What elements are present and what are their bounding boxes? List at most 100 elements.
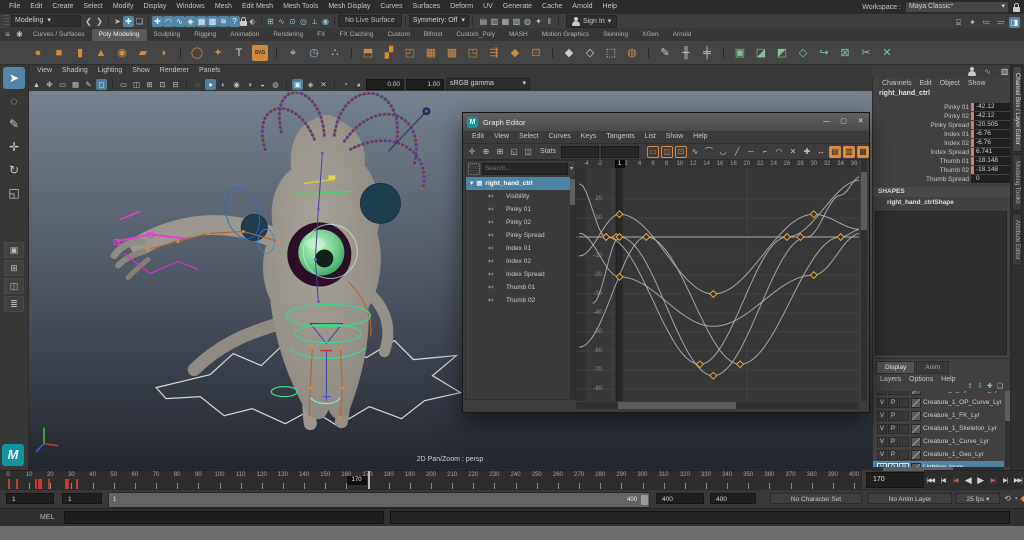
spin-edge-icon[interactable]: ↪ <box>816 45 832 61</box>
anim-curve-icon[interactable]: ∿ <box>982 66 993 77</box>
shelf-tab-menu-icon[interactable]: ≡ <box>2 29 13 40</box>
retime-icon[interactable]: ◫ <box>522 146 534 158</box>
plateau-tangent-icon[interactable]: ◠ <box>773 146 785 158</box>
lasso-tool[interactable]: ◌ <box>3 90 25 112</box>
bridge-icon[interactable]: ◳ <box>465 45 481 61</box>
menu-uv[interactable]: UV <box>478 0 498 14</box>
graph-editor-titlebar[interactable]: M Graph Editor — ▢ ✕ <box>463 113 869 131</box>
move-nearest-picked-key-icon[interactable]: ✛ <box>466 146 478 158</box>
world-icon[interactable]: ◍ <box>522 16 533 27</box>
render-view-icon[interactable]: ▤ <box>478 16 489 27</box>
center-current-time-icon[interactable]: ◫ <box>661 145 673 158</box>
select-status-icon[interactable]: ➤ <box>112 16 123 27</box>
attribute-editor-toggle-icon[interactable]: ≔ <box>981 17 992 28</box>
resolution-gate-icon[interactable]: ▭ <box>118 79 129 90</box>
isolate-select-icon[interactable]: ▣ <box>292 78 303 90</box>
poly-cone-icon[interactable]: ▲ <box>93 45 109 61</box>
outliner-node-row[interactable]: ▾ ▦ right_hand_ctrl <box>466 177 575 190</box>
poly-text-icon[interactable]: T <box>231 45 247 61</box>
channel-value-field[interactable]: -42.12 <box>971 103 1012 111</box>
poly-plane-icon[interactable]: ▰ <box>135 45 151 61</box>
channel-row-index-02[interactable]: Index 02 -6.76 <box>873 139 1012 148</box>
command-input[interactable] <box>64 511 384 524</box>
search-input[interactable] <box>482 162 568 175</box>
free-tangent-weight-icon[interactable]: ↔ <box>815 146 827 158</box>
step-tangent-icon[interactable]: ⌐ <box>759 146 771 158</box>
layer-color-swatch[interactable] <box>911 391 921 395</box>
channel-box-toggle-icon[interactable]: ≕ <box>995 17 1006 28</box>
animation-end-field[interactable]: 400 <box>710 493 756 504</box>
layer-row-creature-1-geo-lyr[interactable]: V P Creature_1_Geo_Lyr <box>873 448 1004 461</box>
shelf-tab-mash[interactable]: MASH <box>502 29 535 41</box>
ao-icon[interactable]: ◒ <box>257 79 268 90</box>
menu-file[interactable]: File <box>4 0 25 14</box>
frame-all-icon[interactable]: ⊡ <box>675 145 687 158</box>
four-pane-layout-button[interactable]: ⊞ <box>4 260 24 276</box>
channel-row-thumb-spread[interactable]: Thumb Spread 0 <box>873 175 1012 184</box>
channel-value-field[interactable]: 6.741 <box>971 148 1012 156</box>
move-layer-up-icon[interactable]: ⇧ <box>967 382 973 390</box>
layer-display-mode-toggle[interactable] <box>899 424 909 434</box>
outliner-channel-index-spread[interactable]: ↤ Index Spread <box>466 268 575 281</box>
stats-value-field[interactable] <box>600 145 639 158</box>
live-surface-field[interactable]: No Live Surface <box>338 15 402 27</box>
swap-buffer-curve-icon[interactable]: ▥ <box>843 145 855 158</box>
auto-keyframe-icon[interactable]: ◆ <box>1018 493 1024 504</box>
layer-display-mode-toggle[interactable] <box>899 391 909 395</box>
film-gate-icon[interactable]: ◻ <box>96 78 107 90</box>
channel-row-pinky-01[interactable]: Pinky 01 -42.12 <box>873 103 1012 112</box>
frame-playback-range-icon[interactable]: ▭ <box>647 145 659 158</box>
layer-menu-options[interactable]: Options <box>906 376 936 383</box>
layer-display-mode-toggle[interactable] <box>899 411 909 421</box>
shelf-gear-icon[interactable]: ✱ <box>14 29 25 40</box>
shelf-tab-skinning[interactable]: Skinning <box>596 29 635 41</box>
select-hierarchy-icon[interactable]: ✚ <box>152 15 163 27</box>
select-curve-icon[interactable]: ∿ <box>174 15 185 27</box>
snap-point-icon[interactable]: ⊙ <box>287 16 298 27</box>
select-deform-icon[interactable]: ≋ <box>218 15 229 27</box>
extrude-icon[interactable]: ▦ <box>423 45 439 61</box>
menu-curves[interactable]: Curves <box>375 0 407 14</box>
layer-visibility-toggle[interactable]: V <box>877 411 887 421</box>
filter-icon[interactable] <box>468 162 480 175</box>
layer-visibility-toggle[interactable]: V <box>877 450 887 460</box>
two-pane-layout-button[interactable]: ◫ <box>4 278 24 294</box>
minimize-button[interactable]: — <box>818 113 835 131</box>
empty-layer-icon[interactable]: ✚ <box>987 382 993 390</box>
workspace-dropdown[interactable]: Maya Classic* ▾ <box>905 1 1009 13</box>
channel-row-thumb-02[interactable]: Thumb 02 -18.148 <box>873 166 1012 175</box>
new-layer-icon[interactable]: ❏ <box>997 382 1003 390</box>
split-face-icon[interactable]: ◩ <box>774 45 790 61</box>
timeline-playhead[interactable] <box>367 471 370 490</box>
outliner-channel-visibility[interactable]: ↤ Visibility <box>466 190 575 203</box>
menu-surfaces[interactable]: Surfaces <box>408 0 446 14</box>
character-controls-icon[interactable] <box>968 66 976 76</box>
viewport-menu-view[interactable]: View <box>32 64 57 78</box>
menu-windows[interactable]: Windows <box>171 0 209 14</box>
layer-tab-display[interactable]: Display <box>876 361 916 374</box>
shelf-tab-rendering[interactable]: Rendering <box>266 29 310 41</box>
channel-value-field[interactable]: -6.76 <box>971 139 1012 147</box>
graph-vscrollbar[interactable] <box>861 160 867 401</box>
gate-mask-icon[interactable]: ◫ <box>131 79 142 90</box>
duplicate-face-icon[interactable]: ⇶ <box>486 45 502 61</box>
channel-row-pinky-02[interactable]: Pinky 02 -42.12 <box>873 112 1012 121</box>
playback-end-field[interactable]: 400 <box>656 493 704 504</box>
maximize-button[interactable]: ▢ <box>835 113 852 131</box>
graph-editor-menu-select[interactable]: Select <box>514 130 543 144</box>
channel-box-menu-show[interactable]: Show <box>965 80 989 87</box>
layer-display-mode-toggle[interactable] <box>899 398 909 408</box>
view-transform-dropdown[interactable]: sRGB gamma ▾ <box>446 78 530 90</box>
shelf-tab-curves-surfaces[interactable]: Curves / Surfaces <box>26 29 92 41</box>
menu-edit[interactable]: Edit <box>25 0 47 14</box>
append-face-icon[interactable]: ▣ <box>732 45 748 61</box>
infinity-cycle-icon[interactable]: ▦ <box>857 145 869 158</box>
step-back-key-button[interactable]: |◀ <box>949 477 962 484</box>
poly-cube-icon[interactable]: ■ <box>51 45 67 61</box>
poly-disc-icon[interactable]: ◗ <box>156 45 172 61</box>
snap-curve-icon[interactable]: ∿ <box>276 16 287 27</box>
layer-row-creature-1-curve-lyr[interactable]: V P Creature_1_Curve_Lyr <box>873 435 1004 448</box>
shelf-tab-bifrost[interactable]: Bifrost <box>417 29 449 41</box>
menu-create[interactable]: Create <box>47 0 78 14</box>
grid-fill-icon[interactable]: ⊠ <box>837 45 853 61</box>
